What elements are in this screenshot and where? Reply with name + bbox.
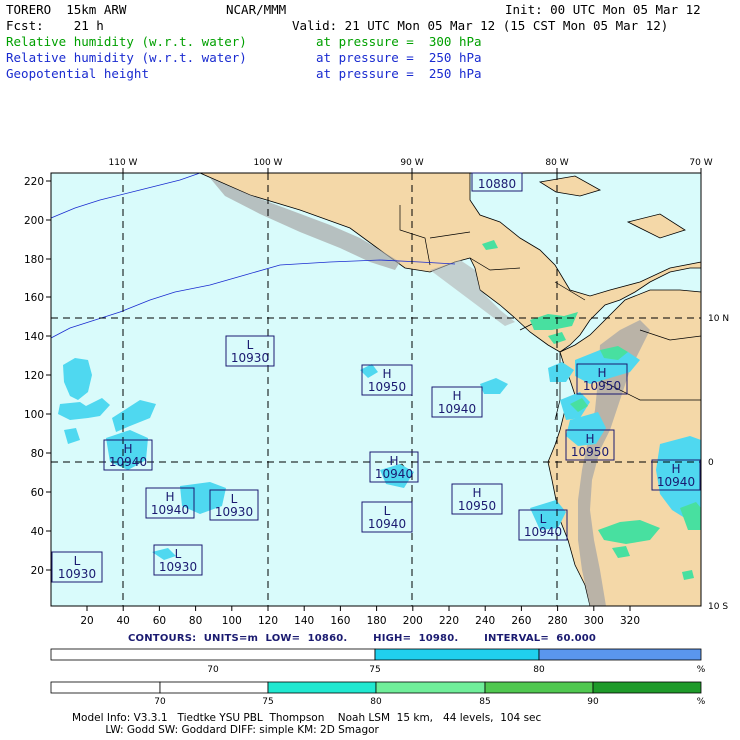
y-tick-label: 180 (24, 254, 44, 266)
y-tick-label: 20 (31, 565, 44, 577)
lon-label-100w: 100 W (254, 158, 283, 168)
legend-rh300-bin-3 (267, 681, 377, 694)
center-value: 10940 (438, 402, 476, 416)
lat-label-0: 0 (708, 458, 714, 468)
center-type: H (585, 432, 594, 446)
legend-rh300-unit: % (697, 697, 706, 705)
x-tick-label: 300 (584, 615, 604, 627)
lon-label-90w: 90 W (400, 158, 423, 168)
legend-rh250-unit: % (697, 665, 706, 675)
x-tick-label: 120 (258, 615, 278, 627)
x-tick-label: 160 (330, 615, 350, 627)
center-type: H (165, 490, 174, 504)
legend-rh300-label-70: 70 (154, 697, 166, 705)
center-type: L (540, 512, 547, 526)
contour-info: CONTOURS: UNITS=m LOW= 10860. HIGH= 1098… (128, 633, 597, 644)
y-tick-label: 200 (24, 215, 44, 227)
legend-rh250-label-70: 70 (207, 665, 219, 675)
legend-rh250-label-75: 75 (369, 665, 380, 675)
center-value: 10930 (58, 567, 96, 581)
center-value: 10930 (231, 351, 269, 365)
legend-rh250-label-80: 80 (533, 665, 545, 675)
x-tick-label: 40 (117, 615, 130, 627)
x-tick-label: 100 (222, 615, 242, 627)
center-type: H (671, 462, 680, 476)
center-type: L (247, 338, 254, 352)
legend-rh250: 70 75 80 % (50, 648, 706, 675)
center-value: 10940 (368, 517, 406, 531)
legend-rh250-bin-3 (538, 648, 702, 661)
y-tick-label: 80 (31, 448, 44, 460)
y-tick-label: 160 (24, 292, 44, 304)
legend-rh300-bin-5 (484, 681, 594, 694)
center-value: 10930 (215, 505, 253, 519)
center-type: L (231, 492, 238, 506)
legend-rh300-bin-1 (50, 681, 161, 694)
legend-rh300-label-90: 90 (587, 697, 599, 705)
center-value: 10940 (657, 475, 695, 489)
legend-rh300-label-75: 75 (262, 697, 273, 705)
bottom-grid-axis: 20 40 60 80 100 120 140 160 180 200 220 240 260 280 30… (80, 606, 640, 627)
center-value: 10940 (524, 525, 562, 539)
legend-rh300-label-80: 80 (370, 697, 382, 705)
legend-area: 70 75 80 % 70 75 80 85 90 % (50, 648, 706, 705)
legend-rh250-bin-1 (50, 648, 376, 661)
x-tick-label: 200 (403, 615, 423, 627)
x-tick-label: 280 (548, 615, 568, 627)
center-value: 10940 (109, 455, 147, 469)
x-tick-label: 320 (620, 615, 640, 627)
center-type: H (382, 367, 391, 381)
model-info-line2: LW: Godd SW: Goddard DIFF: simple KM: 2D… (72, 724, 379, 736)
center-value: 10940 (375, 467, 413, 481)
x-tick-label: 80 (189, 615, 202, 627)
center-type: H (123, 442, 132, 456)
center-value: 10950 (458, 499, 496, 513)
center-type: H (452, 389, 461, 403)
forecast-map: 110 W 100 W 90 W 80 W 70 W 10 N 0 10 S 2… (24, 158, 729, 627)
legend-rh300-bin-2 (159, 681, 269, 694)
right-latitude-axis: 10 N 0 10 S (708, 314, 729, 612)
lon-label-70w: 70 W (689, 158, 712, 168)
y-tick-label: 220 (24, 176, 44, 188)
center-type: H (472, 486, 481, 500)
center-type: L (384, 504, 391, 518)
center-value: 10880 (478, 177, 516, 191)
x-tick-label: 140 (294, 615, 314, 627)
y-tick-label: 40 (31, 526, 44, 538)
lon-label-110w: 110 W (109, 158, 138, 168)
legend-rh300: 70 75 80 85 90 % (50, 681, 706, 705)
center-value: 10950 (368, 380, 406, 394)
center-type: L (175, 547, 182, 561)
x-tick-label: 240 (475, 615, 495, 627)
center-value: 10930 (159, 560, 197, 574)
center-type: L (74, 554, 81, 568)
x-tick-label: 260 (511, 615, 531, 627)
x-tick-label: 60 (153, 615, 166, 627)
x-tick-label: 220 (439, 615, 459, 627)
y-tick-label: 100 (24, 409, 44, 421)
center-type: H (597, 366, 606, 380)
center-value: 10950 (583, 379, 621, 393)
legend-rh300-label-85: 85 (479, 697, 490, 705)
lat-label-10n: 10 N (708, 314, 729, 324)
center-type: H (389, 454, 398, 468)
legend-rh250-bin-2 (374, 648, 540, 661)
left-grid-axis: 220 200 180 160 140 120 100 80 60 40 20 (24, 176, 51, 577)
lon-label-80w: 80 W (545, 158, 568, 168)
x-tick-label: 180 (367, 615, 387, 627)
y-tick-label: 140 (24, 331, 44, 343)
top-longitude-axis: 110 W 100 W 90 W 80 W 70 W (109, 158, 713, 173)
x-tick-label: 20 (80, 615, 93, 627)
y-tick-label: 60 (31, 487, 44, 499)
center-value: 10940 (151, 503, 189, 517)
y-tick-label: 120 (24, 370, 44, 382)
legend-rh300-bin-4 (375, 681, 486, 694)
legend-rh300-bin-6 (592, 681, 702, 694)
lat-label-10s: 10 S (708, 602, 728, 612)
model-info-line1: Model Info: V3.3.1 Tiedtke YSU PBL Thomp… (72, 712, 542, 724)
center-value: 10950 (571, 445, 609, 459)
